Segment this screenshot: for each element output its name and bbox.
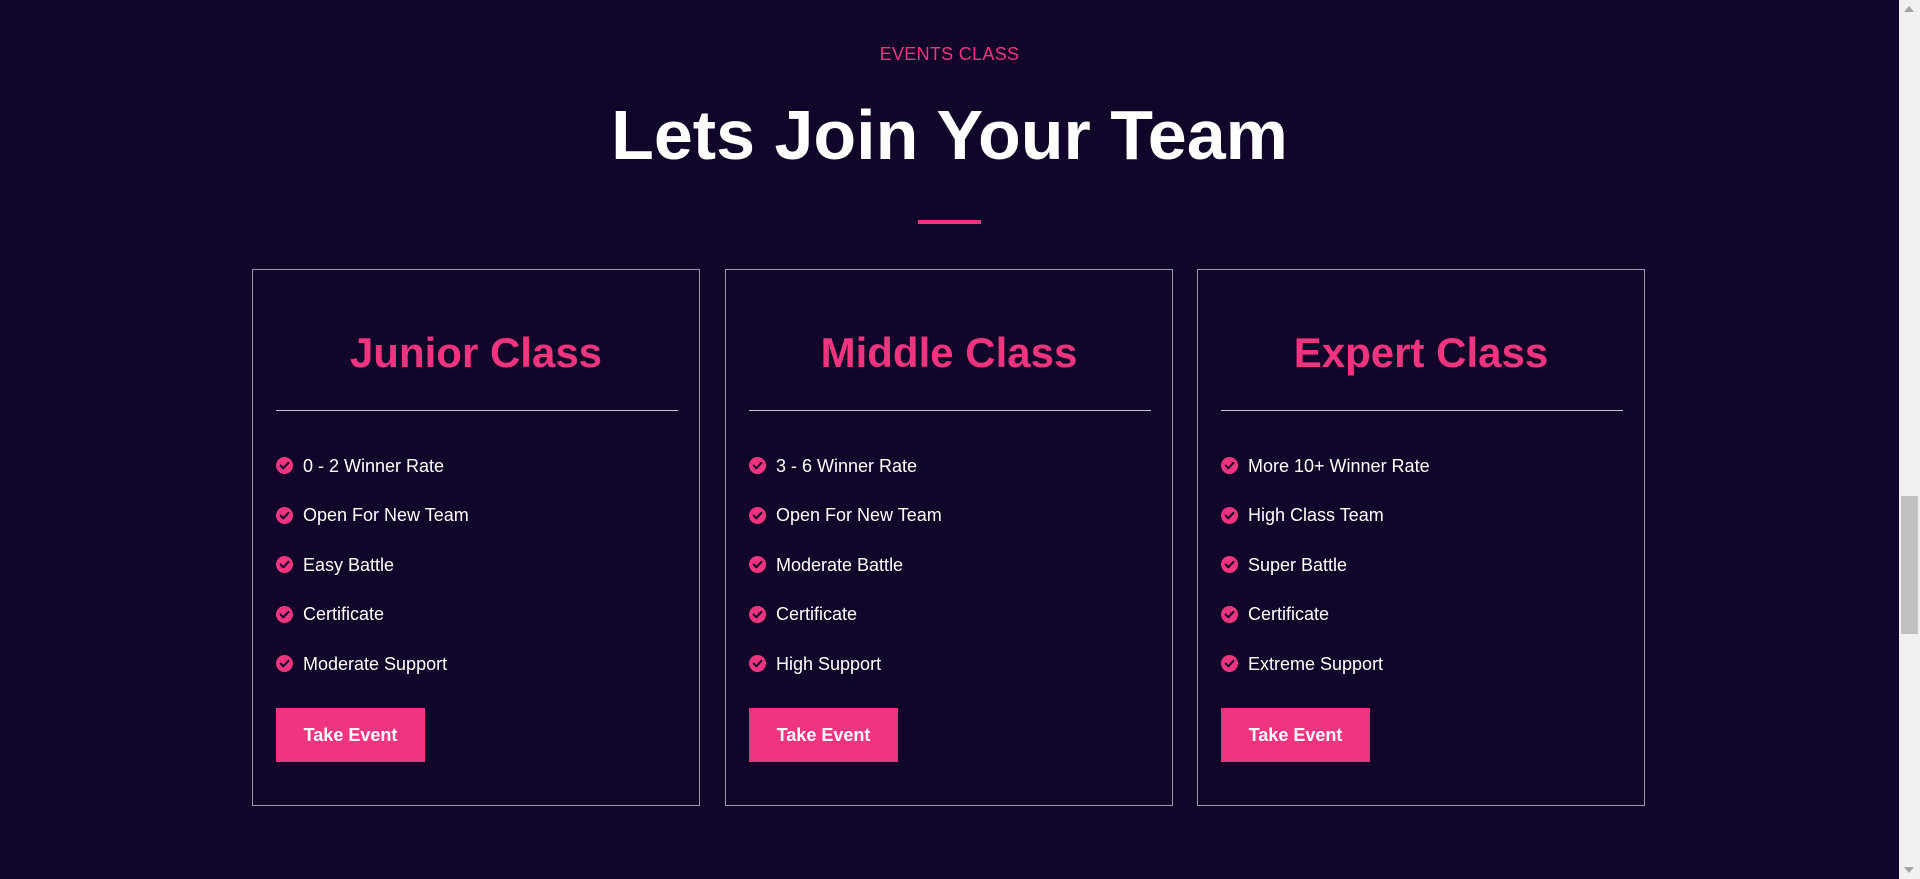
feature-item: High Class Team xyxy=(1221,491,1623,541)
feature-label: Certificate xyxy=(776,604,858,625)
take-event-button[interactable]: Take Event xyxy=(1221,708,1370,762)
title-divider xyxy=(918,220,981,224)
feature-label: More 10+ Winner Rate xyxy=(1248,455,1430,476)
take-event-button[interactable]: Take Event xyxy=(276,708,425,762)
check-circle-icon xyxy=(1221,506,1238,524)
check-circle-icon xyxy=(749,506,766,524)
feature-item: Certificate xyxy=(749,590,1151,640)
card-divider xyxy=(276,410,678,411)
feature-label: High Support xyxy=(776,653,882,674)
events-class-page: EVENTS CLASS Lets Join Your Team Junior … xyxy=(0,0,1920,879)
take-event-button[interactable]: Take Event xyxy=(749,708,898,762)
check-circle-icon xyxy=(276,556,293,574)
card-title: Middle Class xyxy=(820,329,1078,376)
feature-item: Moderate Battle xyxy=(749,540,1151,590)
feature-label: Open For New Team xyxy=(303,505,469,526)
check-circle-icon xyxy=(1221,457,1238,475)
class-card-middle: Middle Class 3 - 6 Winner Rate Open For … xyxy=(725,269,1173,806)
check-circle-icon xyxy=(749,457,766,475)
check-circle-icon xyxy=(276,457,293,475)
check-circle-icon xyxy=(276,506,293,524)
feature-item: Moderate Support xyxy=(276,639,678,689)
feature-label: Certificate xyxy=(303,604,385,625)
page-title: Lets Join Your Team xyxy=(611,96,1288,174)
check-circle-icon xyxy=(749,556,766,574)
feature-item: 3 - 6 Winner Rate xyxy=(749,441,1151,491)
check-circle-icon xyxy=(749,655,766,673)
class-cards: Junior Class 0 - 2 Winner Rate Open For … xyxy=(252,269,1648,808)
feature-label: 3 - 6 Winner Rate xyxy=(776,455,918,476)
feature-item: Extreme Support xyxy=(1221,639,1623,689)
check-circle-icon xyxy=(1221,556,1238,574)
events-class-section: EVENTS CLASS Lets Join Your Team Junior … xyxy=(0,0,1899,879)
feature-label: High Class Team xyxy=(1248,505,1384,526)
check-circle-icon xyxy=(749,605,766,623)
card-title: Expert Class xyxy=(1293,329,1549,376)
check-circle-icon xyxy=(276,605,293,623)
class-card-expert: Expert Class More 10+ Winner Rate High C… xyxy=(1197,269,1645,806)
scroll-down-arrow-icon[interactable] xyxy=(1904,867,1914,873)
vertical-scrollbar[interactable] xyxy=(1899,0,1920,879)
feature-item: Super Battle xyxy=(1221,540,1623,590)
feature-list: 3 - 6 Winner Rate Open For New Team Mode… xyxy=(749,441,1151,689)
check-circle-icon xyxy=(276,655,293,673)
scroll-thumb[interactable] xyxy=(1901,496,1918,634)
card-divider xyxy=(749,410,1151,411)
feature-item: More 10+ Winner Rate xyxy=(1221,441,1623,491)
feature-label: Certificate xyxy=(1248,604,1330,625)
class-card-junior: Junior Class 0 - 2 Winner Rate Open For … xyxy=(252,269,700,806)
feature-label: Open For New Team xyxy=(776,505,942,526)
feature-item: High Support xyxy=(749,639,1151,689)
feature-label: 0 - 2 Winner Rate xyxy=(303,455,445,476)
feature-item: 0 - 2 Winner Rate xyxy=(276,441,678,491)
feature-label: Super Battle xyxy=(1248,554,1348,575)
scroll-up-arrow-icon[interactable] xyxy=(1904,6,1914,12)
check-circle-icon xyxy=(1221,605,1238,623)
feature-item: Certificate xyxy=(1221,590,1623,640)
feature-label: Extreme Support xyxy=(1248,653,1384,674)
feature-item: Open For New Team xyxy=(276,491,678,541)
feature-list: More 10+ Winner Rate High Class Team Sup… xyxy=(1221,441,1623,689)
feature-list: 0 - 2 Winner Rate Open For New Team Easy… xyxy=(276,441,678,689)
feature-item: Easy Battle xyxy=(276,540,678,590)
feature-label: Moderate Support xyxy=(303,653,448,674)
section-eyebrow: EVENTS CLASS xyxy=(879,44,1020,64)
card-divider xyxy=(1221,410,1623,411)
feature-item: Open For New Team xyxy=(749,491,1151,541)
check-circle-icon xyxy=(1221,655,1238,673)
feature-item: Certificate xyxy=(276,590,678,640)
card-title: Junior Class xyxy=(349,329,603,376)
feature-label: Easy Battle xyxy=(303,554,395,575)
feature-label: Moderate Battle xyxy=(776,554,904,575)
